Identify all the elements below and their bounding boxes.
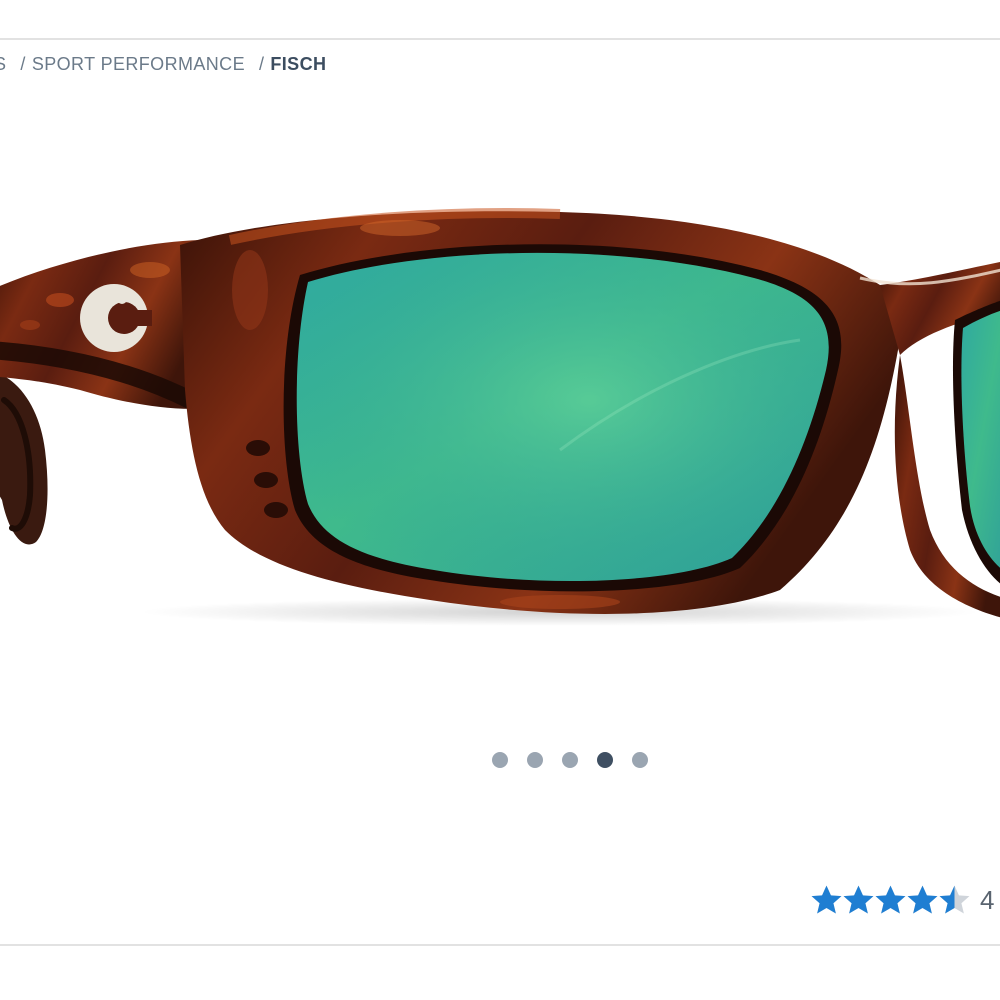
- carousel-dot-4-active[interactable]: [597, 752, 613, 768]
- top-divider: [0, 38, 1000, 40]
- carousel-dot-3[interactable]: [562, 752, 578, 768]
- carousel-dot-5[interactable]: [632, 752, 648, 768]
- product-detail-page: S / SPORT PERFORMANCE / FISCH 4: [0, 0, 1000, 1000]
- rating-star-icon: [907, 885, 938, 914]
- rating-star-icon: [843, 885, 874, 914]
- product-rating[interactable]: 4: [810, 880, 994, 920]
- bottom-divider: [0, 944, 1000, 946]
- carousel-pagination: [492, 752, 667, 768]
- breadcrumb-current-fisch: FISCH: [270, 53, 327, 74]
- rating-stars: [810, 884, 970, 916]
- product-image[interactable]: [0, 150, 1000, 670]
- rating-star-icon: [939, 885, 970, 914]
- breadcrumb-item-sport-performance[interactable]: SPORT PERFORMANCE: [32, 54, 245, 75]
- carousel-dot-1[interactable]: [492, 752, 508, 768]
- rating-value: 4: [980, 884, 995, 915]
- carousel-dot-2[interactable]: [527, 752, 543, 768]
- sunglasses-image: [0, 208, 1000, 626]
- breadcrumb-separator: /: [258, 53, 265, 74]
- rating-star-icon: [811, 885, 842, 914]
- breadcrumb-item-category[interactable]: S: [0, 54, 6, 75]
- breadcrumb-separator: /: [20, 53, 26, 74]
- breadcrumb: S / SPORT PERFORMANCE / FISCH: [0, 52, 326, 76]
- rating-star-icon: [875, 885, 906, 914]
